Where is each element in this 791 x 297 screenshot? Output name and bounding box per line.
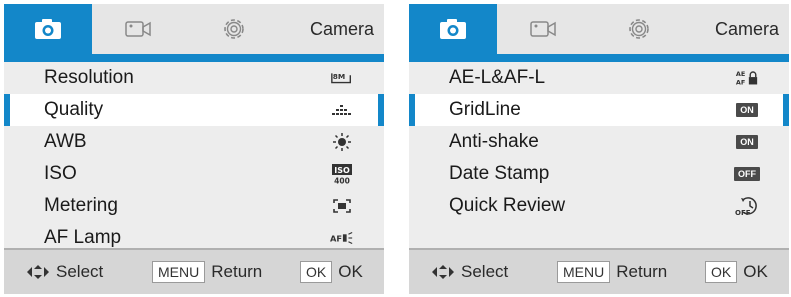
tab-bar: Camera	[4, 4, 384, 54]
tab-video[interactable]	[497, 4, 589, 54]
tab-video[interactable]	[92, 4, 184, 54]
footer-return-label: Return	[211, 262, 263, 281]
nav-arrows-icon	[432, 265, 454, 279]
on-badge-icon: ON	[735, 132, 759, 152]
svg-text:8M: 8M	[333, 72, 345, 81]
awb-sun-icon	[330, 132, 354, 152]
date-stamp-value: OFF	[734, 167, 760, 181]
gridline-value: ON	[736, 103, 758, 117]
footer-select-label: Select	[461, 262, 509, 281]
quick-review-off-icon: OFF	[735, 196, 759, 217]
menu-title: Camera	[309, 19, 374, 39]
svg-text:AF: AF	[736, 78, 745, 86]
menu-list: Resolution 8M Quality AWB ISO ISO 400 Me…	[4, 62, 384, 254]
video-icon	[125, 21, 151, 37]
menu-item-label: Resolution	[44, 67, 134, 88]
tab-camera[interactable]	[409, 4, 497, 54]
ok-key: OK	[705, 261, 738, 283]
svg-text:AF: AF	[330, 234, 342, 244]
footer-select-label: Select	[56, 262, 104, 281]
menu-item-awb[interactable]: AWB	[4, 126, 384, 158]
footer-bar: Select MENU Return OK OK	[409, 248, 789, 294]
resolution-8m-icon: 8M	[330, 68, 354, 88]
menu-key: MENU	[152, 261, 206, 283]
menu-item-quick-review[interactable]: Quick Review OFF	[409, 190, 789, 222]
camera-icon	[35, 19, 61, 39]
anti-shake-value: ON	[736, 135, 758, 149]
menu-item-anti-shake[interactable]: Anti-shake ON	[409, 126, 789, 158]
camera-menu-panel-left: Camera Resolution 8M Quality AWB ISO ISO…	[4, 4, 384, 294]
tab-bar: Camera	[409, 4, 789, 54]
footer-ok-hint: OK OK	[705, 250, 768, 294]
menu-item-label: Quick Review	[449, 195, 566, 216]
nav-arrows-icon	[27, 265, 49, 279]
tab-divider	[4, 54, 384, 62]
footer-return-hint: MENU Return	[152, 250, 262, 294]
svg-text:OFF: OFF	[735, 209, 751, 217]
camera-icon	[440, 19, 466, 39]
ae-af-lock-icon: AE AF	[735, 68, 759, 88]
footer-select-hint: Select	[431, 250, 508, 294]
ok-key: OK	[300, 261, 333, 283]
on-badge-icon: ON	[735, 100, 759, 120]
iso-400-icon: ISO 400	[330, 164, 354, 186]
footer-select-hint: Select	[26, 250, 103, 294]
svg-text:400: 400	[334, 177, 350, 186]
menu-list: AE-L&AF-L AE AF GridLine ON Anti-shake O…	[409, 62, 789, 254]
footer-bar: Select MENU Return OK OK	[4, 248, 384, 294]
menu-item-label: Quality	[44, 99, 104, 120]
menu-item-iso[interactable]: ISO ISO 400	[4, 158, 384, 190]
settings-gear-icon	[224, 19, 244, 39]
tab-settings[interactable]	[589, 4, 689, 54]
menu-item-label: AWB	[44, 131, 87, 152]
footer-ok-label: OK	[338, 262, 363, 281]
menu-item-label: AE-L&AF-L	[449, 67, 546, 88]
menu-item-date-stamp[interactable]: Date Stamp OFF	[409, 158, 789, 190]
svg-text:ISO: ISO	[334, 166, 350, 175]
footer-return-hint: MENU Return	[557, 250, 667, 294]
metering-icon	[330, 196, 354, 216]
settings-gear-icon	[629, 19, 649, 39]
menu-item-label: ISO	[44, 163, 77, 184]
menu-item-gridline[interactable]: GridLine ON	[409, 94, 789, 126]
af-lamp-icon: AF	[330, 228, 354, 248]
tab-settings[interactable]	[184, 4, 284, 54]
tab-camera[interactable]	[4, 4, 92, 54]
footer-ok-hint: OK OK	[300, 250, 363, 294]
off-badge-icon: OFF	[734, 164, 760, 184]
menu-item-resolution[interactable]: Resolution 8M	[4, 62, 384, 94]
menu-item-label: GridLine	[449, 99, 521, 120]
menu-item-ae-af-lock[interactable]: AE-L&AF-L AE AF	[409, 62, 789, 94]
menu-item-label: Date Stamp	[449, 163, 550, 184]
footer-return-label: Return	[616, 262, 668, 281]
svg-text:AE: AE	[736, 70, 745, 78]
menu-title: Camera	[714, 19, 779, 39]
camera-menu-panel-right: Camera AE-L&AF-L AE AF GridLine ON Anti-…	[409, 4, 789, 294]
menu-item-metering[interactable]: Metering	[4, 190, 384, 222]
quality-dots-icon	[330, 100, 354, 120]
menu-item-label: Anti-shake	[449, 131, 539, 152]
menu-item-quality[interactable]: Quality	[4, 94, 384, 126]
menu-key: MENU	[557, 261, 611, 283]
footer-ok-label: OK	[743, 262, 768, 281]
tab-divider	[409, 54, 789, 62]
menu-item-label: Metering	[44, 195, 118, 216]
video-icon	[530, 21, 556, 37]
